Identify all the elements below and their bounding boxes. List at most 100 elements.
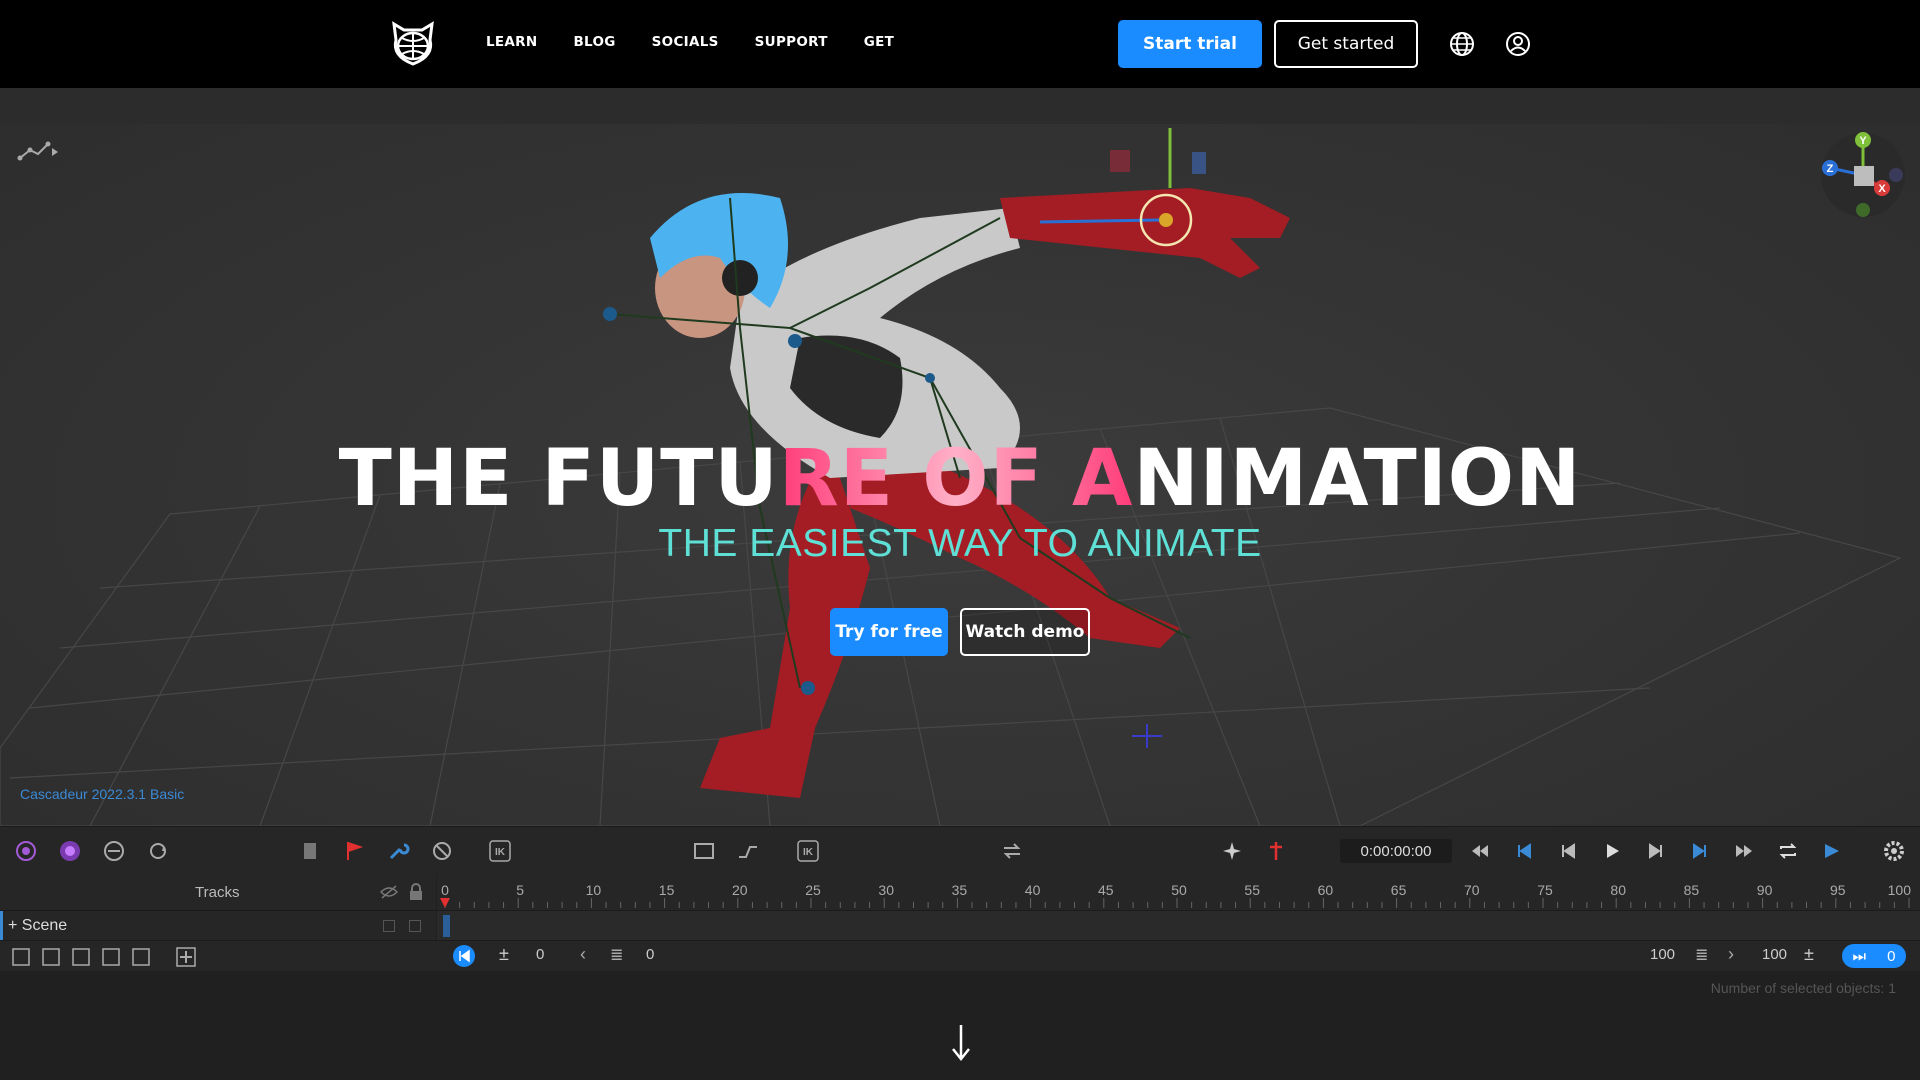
- playhead-indicator[interactable]: [440, 898, 450, 908]
- try-for-free-button[interactable]: Try for free: [830, 608, 948, 656]
- 3d-viewport[interactable]: THE FUTURE OF ANIMATION THE EASIEST WAY …: [0, 88, 1920, 826]
- frame-badge-value: 0: [1887, 947, 1896, 965]
- loop-icon[interactable]: [1776, 839, 1800, 863]
- tracks-panel: Tracks 0 5 10 15 20 25 30 35 40 45 50 55 60 65 70 75 80 8…: [0, 874, 1920, 1080]
- prev-frame-icon[interactable]: [1556, 839, 1580, 863]
- flag-icon[interactable]: [342, 839, 366, 863]
- ruler-tick-label: 25: [805, 882, 821, 898]
- ruler-tick-label: 45: [1098, 882, 1114, 898]
- hero-title: THE FUTURE OF ANIMATION: [0, 434, 1920, 524]
- gizmo-z-label: Z: [1827, 163, 1834, 175]
- nav-blog[interactable]: BLOG: [573, 34, 615, 50]
- account-icon[interactable]: [1505, 31, 1531, 57]
- track-view-icons[interactable]: [12, 948, 172, 966]
- nav-get[interactable]: GET: [864, 34, 894, 50]
- cycle-mode-icon[interactable]: [146, 839, 170, 863]
- list-icon-2[interactable]: ≣: [1695, 945, 1708, 965]
- start-frame-field[interactable]: 0: [536, 946, 544, 963]
- nav-socials[interactable]: SOCIALS: [652, 34, 719, 50]
- ruler-tick-label: 65: [1391, 882, 1407, 898]
- keyframe-marker-icon[interactable]: [1264, 839, 1288, 863]
- hero-subtitle: THE EASIEST WAY TO ANIMATE: [658, 522, 1262, 565]
- swap-icon[interactable]: [1000, 839, 1024, 863]
- autopose-icon[interactable]: [1220, 839, 1244, 863]
- globe-icon[interactable]: [1449, 31, 1475, 57]
- jump-start-icon[interactable]: [452, 944, 476, 968]
- end-frame-field-2[interactable]: 100: [1762, 946, 1787, 963]
- ruler-tick-label: 35: [952, 882, 968, 898]
- end-frame-field[interactable]: 100: [1650, 946, 1675, 963]
- ruler-tick-label: 85: [1684, 882, 1700, 898]
- jump-end-icon: ⏭: [1852, 947, 1867, 965]
- scene-lock-checkbox[interactable]: [409, 920, 421, 932]
- next-frame-icon[interactable]: [1644, 839, 1668, 863]
- rotate-mode-icon[interactable]: [58, 839, 82, 863]
- next-marker-icon[interactable]: ›: [1728, 944, 1734, 965]
- scene-row[interactable]: + Scene: [0, 910, 436, 941]
- hero-title-part1: THE FUTU: [338, 434, 779, 524]
- hero-title-highlight: RE OF A: [778, 434, 1134, 524]
- rewind-icon[interactable]: [1468, 839, 1492, 863]
- frame-badge[interactable]: ⏭ 0: [1842, 944, 1906, 968]
- ruler-tick-label: 90: [1757, 882, 1773, 898]
- nav-learn[interactable]: LEARN: [486, 34, 537, 50]
- start-trial-button[interactable]: Start trial: [1118, 20, 1262, 68]
- ik-toggle-icon[interactable]: IK: [488, 839, 512, 863]
- frame-ruler[interactable]: 0 5 10 15 20 25 30 35 40 45 50 55 60 65 70 75 80 85 90 95 10…: [437, 874, 1920, 910]
- move-mode-icon[interactable]: [102, 839, 126, 863]
- increment-start-icon[interactable]: ±: [499, 944, 509, 965]
- scene-row-accent: [0, 911, 3, 941]
- prev-marker-icon[interactable]: ‹: [580, 944, 586, 965]
- version-label: Cascadeur 2022.3.1 Basic: [20, 786, 185, 802]
- play-icon[interactable]: [1600, 839, 1624, 863]
- scene-visibility-checkbox[interactable]: [383, 920, 395, 932]
- list-icon[interactable]: ≣: [610, 945, 623, 965]
- go-end-icon[interactable]: [1688, 839, 1712, 863]
- ik-fk-icon[interactable]: IK: [796, 839, 820, 863]
- ruler-tick-label: 75: [1537, 882, 1553, 898]
- gizmo-y-label: Y: [1859, 135, 1867, 147]
- svg-text:IK: IK: [495, 847, 506, 858]
- add-track-icon[interactable]: [176, 947, 196, 967]
- watch-demo-button[interactable]: Watch demo: [960, 608, 1090, 656]
- current-time-readout[interactable]: 0:00:00:00: [1340, 839, 1452, 863]
- nav-support[interactable]: SUPPORT: [755, 34, 828, 50]
- go-start-icon[interactable]: [1512, 839, 1536, 863]
- visibility-icon[interactable]: [380, 884, 398, 900]
- disable-icon[interactable]: [430, 839, 454, 863]
- ruler-tick-label: 55: [1244, 882, 1260, 898]
- interpolation-icon[interactable]: [736, 839, 760, 863]
- get-started-button[interactable]: Get started: [1274, 20, 1418, 68]
- increment-end-icon[interactable]: ±: [1804, 944, 1814, 965]
- keyframe-icon[interactable]: [298, 839, 322, 863]
- ruler-tick-label: 80: [1610, 882, 1626, 898]
- ruler-tick-label: 20: [732, 882, 748, 898]
- ruler-tick-label: 30: [878, 882, 894, 898]
- svg-text:IK: IK: [803, 847, 814, 858]
- ruler-tick-label: 70: [1464, 882, 1480, 898]
- ruler-tick-label: 40: [1025, 882, 1041, 898]
- scroll-down-arrow-icon[interactable]: [950, 1023, 972, 1063]
- timeline-toolbar: IK IK 0:00:00:00: [0, 826, 1920, 875]
- play-selected-icon[interactable]: [1820, 839, 1844, 863]
- lock-icon[interactable]: [408, 883, 424, 901]
- axis-gizmo[interactable]: Y Z X: [1818, 130, 1908, 220]
- playhead-marker[interactable]: [443, 915, 450, 937]
- scene-track[interactable]: [437, 910, 1920, 941]
- select-mode-icon[interactable]: [14, 839, 38, 863]
- fast-forward-icon[interactable]: [1732, 839, 1756, 863]
- ruler-tick-label: 60: [1318, 882, 1334, 898]
- nav-links: LEARN BLOG SOCIALS SUPPORT GET: [486, 34, 894, 50]
- ruler-tick-label: 0: [441, 882, 449, 898]
- settings-gear-icon[interactable]: [1882, 839, 1906, 863]
- ruler-tick-label: 15: [659, 882, 675, 898]
- frame-select-icon[interactable]: [692, 839, 716, 863]
- tracks-label: Tracks: [195, 884, 240, 901]
- cascadeur-logo[interactable]: [388, 20, 438, 68]
- wrench-icon[interactable]: [386, 839, 410, 863]
- timeline-controls-row: ± 0 ‹ ≣ 0 100 ≣ › 100 ± ⏭ 0: [0, 940, 1920, 1062]
- hero-title-part2: NIMATION: [1133, 434, 1582, 524]
- rig-tools-icon[interactable]: [16, 140, 60, 164]
- current-frame-field[interactable]: 0: [646, 946, 654, 963]
- selection-status: Number of selected objects: 1: [1710, 980, 1896, 996]
